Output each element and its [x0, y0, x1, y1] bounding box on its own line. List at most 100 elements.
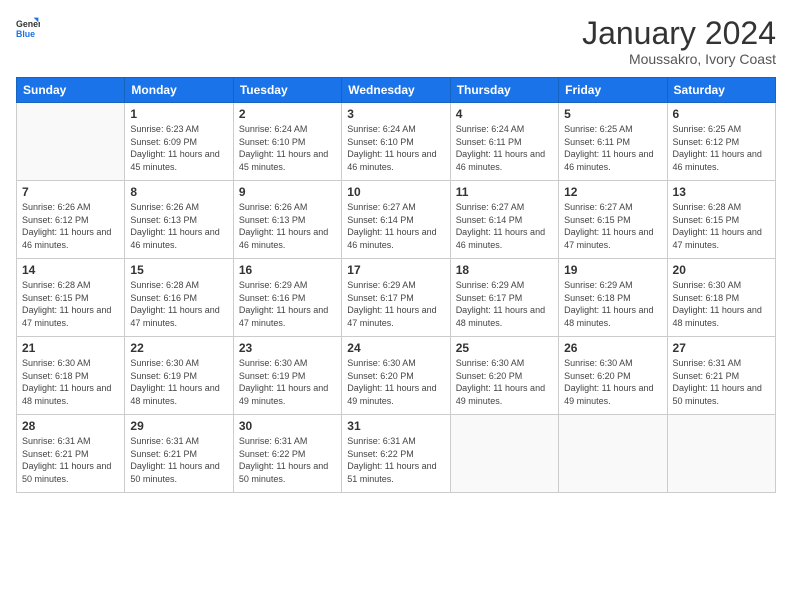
day-info: Sunrise: 6:30 AMSunset: 6:19 PMDaylight:… [239, 357, 336, 407]
col-monday: Monday [125, 78, 233, 103]
day-info: Sunrise: 6:29 AMSunset: 6:17 PMDaylight:… [347, 279, 444, 329]
page: General Blue January 2024 Moussakro, Ivo… [0, 0, 792, 612]
day-info: Sunrise: 6:24 AMSunset: 6:10 PMDaylight:… [347, 123, 444, 173]
day-info: Sunrise: 6:24 AMSunset: 6:11 PMDaylight:… [456, 123, 553, 173]
day-number: 24 [347, 341, 444, 355]
calendar-week-4: 21 Sunrise: 6:30 AMSunset: 6:18 PMDayligh… [17, 337, 776, 415]
day-info: Sunrise: 6:24 AMSunset: 6:10 PMDaylight:… [239, 123, 336, 173]
logo-icon: General Blue [16, 16, 40, 40]
day-info: Sunrise: 6:29 AMSunset: 6:18 PMDaylight:… [564, 279, 661, 329]
calendar-cell: 23 Sunrise: 6:30 AMSunset: 6:19 PMDayligh… [233, 337, 341, 415]
calendar-cell: 15Sunrise: 6:28 AMSunset: 6:16 PMDayligh… [125, 259, 233, 337]
calendar-week-5: 28Sunrise: 6:31 AMSunset: 6:21 PMDayligh… [17, 415, 776, 493]
calendar-cell: 25Sunrise: 6:30 AMSunset: 6:20 PMDayligh… [450, 337, 558, 415]
day-number: 17 [347, 263, 444, 277]
calendar-cell: 4 Sunrise: 6:24 AMSunset: 6:11 PMDaylight… [450, 103, 558, 181]
svg-text:General: General [16, 19, 40, 29]
calendar-cell: 27 Sunrise: 6:31 AMSunset: 6:21 PMDayligh… [667, 337, 775, 415]
calendar-cell: 30Sunrise: 6:31 AMSunset: 6:22 PMDayligh… [233, 415, 341, 493]
day-info: Sunrise: 6:31 AMSunset: 6:21 PMDaylight:… [22, 435, 119, 485]
calendar-week-1: 1 Sunrise: 6:23 AMSunset: 6:09 PMDaylight… [17, 103, 776, 181]
day-number: 14 [22, 263, 119, 277]
day-number: 18 [456, 263, 553, 277]
day-number: 6 [673, 107, 770, 121]
day-info: Sunrise: 6:29 AMSunset: 6:17 PMDaylight:… [456, 279, 553, 329]
day-info: Sunrise: 6:27 AMSunset: 6:14 PMDaylight:… [456, 201, 553, 251]
day-info: Sunrise: 6:27 AMSunset: 6:14 PMDaylight:… [347, 201, 444, 251]
day-number: 4 [456, 107, 553, 121]
calendar-cell [667, 415, 775, 493]
day-info: Sunrise: 6:29 AMSunset: 6:16 PMDaylight:… [239, 279, 336, 329]
title-block: January 2024 Moussakro, Ivory Coast [582, 16, 776, 67]
day-number: 29 [130, 419, 227, 433]
day-info: Sunrise: 6:30 AMSunset: 6:18 PMDaylight:… [673, 279, 770, 329]
day-info: Sunrise: 6:23 AMSunset: 6:09 PMDaylight:… [130, 123, 227, 173]
calendar-cell: 14Sunrise: 6:28 AMSunset: 6:15 PMDayligh… [17, 259, 125, 337]
day-info: Sunrise: 6:26 AMSunset: 6:13 PMDaylight:… [239, 201, 336, 251]
col-wednesday: Wednesday [342, 78, 450, 103]
calendar-cell: 17 Sunrise: 6:29 AMSunset: 6:17 PMDayligh… [342, 259, 450, 337]
calendar-cell: 6 Sunrise: 6:25 AMSunset: 6:12 PMDaylight… [667, 103, 775, 181]
calendar-cell: 11Sunrise: 6:27 AMSunset: 6:14 PMDayligh… [450, 181, 558, 259]
day-info: Sunrise: 6:31 AMSunset: 6:22 PMDaylight:… [347, 435, 444, 485]
calendar-cell: 20Sunrise: 6:30 AMSunset: 6:18 PMDayligh… [667, 259, 775, 337]
calendar-cell: 9 Sunrise: 6:26 AMSunset: 6:13 PMDaylight… [233, 181, 341, 259]
day-number: 21 [22, 341, 119, 355]
day-number: 26 [564, 341, 661, 355]
col-sunday: Sunday [17, 78, 125, 103]
day-number: 19 [564, 263, 661, 277]
day-info: Sunrise: 6:28 AMSunset: 6:16 PMDaylight:… [130, 279, 227, 329]
day-number: 2 [239, 107, 336, 121]
day-info: Sunrise: 6:26 AMSunset: 6:13 PMDaylight:… [130, 201, 227, 251]
col-friday: Friday [559, 78, 667, 103]
calendar-cell: 26 Sunrise: 6:30 AMSunset: 6:20 PMDayligh… [559, 337, 667, 415]
day-info: Sunrise: 6:28 AMSunset: 6:15 PMDaylight:… [673, 201, 770, 251]
calendar-cell: 16 Sunrise: 6:29 AMSunset: 6:16 PMDayligh… [233, 259, 341, 337]
header: General Blue January 2024 Moussakro, Ivo… [16, 16, 776, 67]
svg-text:Blue: Blue [16, 29, 35, 39]
col-tuesday: Tuesday [233, 78, 341, 103]
day-info: Sunrise: 6:30 AMSunset: 6:20 PMDaylight:… [564, 357, 661, 407]
day-info: Sunrise: 6:30 AMSunset: 6:20 PMDaylight:… [347, 357, 444, 407]
day-info: Sunrise: 6:30 AMSunset: 6:20 PMDaylight:… [456, 357, 553, 407]
calendar-cell [559, 415, 667, 493]
day-number: 22 [130, 341, 227, 355]
day-number: 31 [347, 419, 444, 433]
day-info: Sunrise: 6:31 AMSunset: 6:22 PMDaylight:… [239, 435, 336, 485]
calendar-cell: 12 Sunrise: 6:27 AMSunset: 6:15 PMDayligh… [559, 181, 667, 259]
day-info: Sunrise: 6:26 AMSunset: 6:12 PMDaylight:… [22, 201, 119, 251]
day-number: 5 [564, 107, 661, 121]
calendar-cell: 22Sunrise: 6:30 AMSunset: 6:19 PMDayligh… [125, 337, 233, 415]
calendar-cell [17, 103, 125, 181]
calendar-cell: 13 Sunrise: 6:28 AMSunset: 6:15 PMDayligh… [667, 181, 775, 259]
calendar-cell: 7 Sunrise: 6:26 AMSunset: 6:12 PMDaylight… [17, 181, 125, 259]
calendar-cell [450, 415, 558, 493]
col-thursday: Thursday [450, 78, 558, 103]
day-info: Sunrise: 6:25 AMSunset: 6:12 PMDaylight:… [673, 123, 770, 173]
day-number: 13 [673, 185, 770, 199]
day-number: 7 [22, 185, 119, 199]
calendar-cell: 2 Sunrise: 6:24 AMSunset: 6:10 PMDaylight… [233, 103, 341, 181]
calendar-cell: 21 Sunrise: 6:30 AMSunset: 6:18 PMDayligh… [17, 337, 125, 415]
col-saturday: Saturday [667, 78, 775, 103]
calendar-cell: 8Sunrise: 6:26 AMSunset: 6:13 PMDaylight… [125, 181, 233, 259]
day-number: 16 [239, 263, 336, 277]
calendar-cell: 10 Sunrise: 6:27 AMSunset: 6:14 PMDayligh… [342, 181, 450, 259]
day-info: Sunrise: 6:31 AMSunset: 6:21 PMDaylight:… [130, 435, 227, 485]
month-title: January 2024 [582, 16, 776, 51]
calendar-week-2: 7 Sunrise: 6:26 AMSunset: 6:12 PMDaylight… [17, 181, 776, 259]
day-info: Sunrise: 6:31 AMSunset: 6:21 PMDaylight:… [673, 357, 770, 407]
day-info: Sunrise: 6:27 AMSunset: 6:15 PMDaylight:… [564, 201, 661, 251]
day-number: 10 [347, 185, 444, 199]
day-number: 9 [239, 185, 336, 199]
day-info: Sunrise: 6:30 AMSunset: 6:18 PMDaylight:… [22, 357, 119, 407]
calendar-cell: 28Sunrise: 6:31 AMSunset: 6:21 PMDayligh… [17, 415, 125, 493]
calendar-table: Sunday Monday Tuesday Wednesday Thursday… [16, 77, 776, 493]
day-number: 23 [239, 341, 336, 355]
calendar-cell: 18 Sunrise: 6:29 AMSunset: 6:17 PMDayligh… [450, 259, 558, 337]
day-number: 12 [564, 185, 661, 199]
calendar-cell: 19 Sunrise: 6:29 AMSunset: 6:18 PMDayligh… [559, 259, 667, 337]
day-number: 1 [130, 107, 227, 121]
calendar-cell: 29 Sunrise: 6:31 AMSunset: 6:21 PMDayligh… [125, 415, 233, 493]
day-number: 27 [673, 341, 770, 355]
